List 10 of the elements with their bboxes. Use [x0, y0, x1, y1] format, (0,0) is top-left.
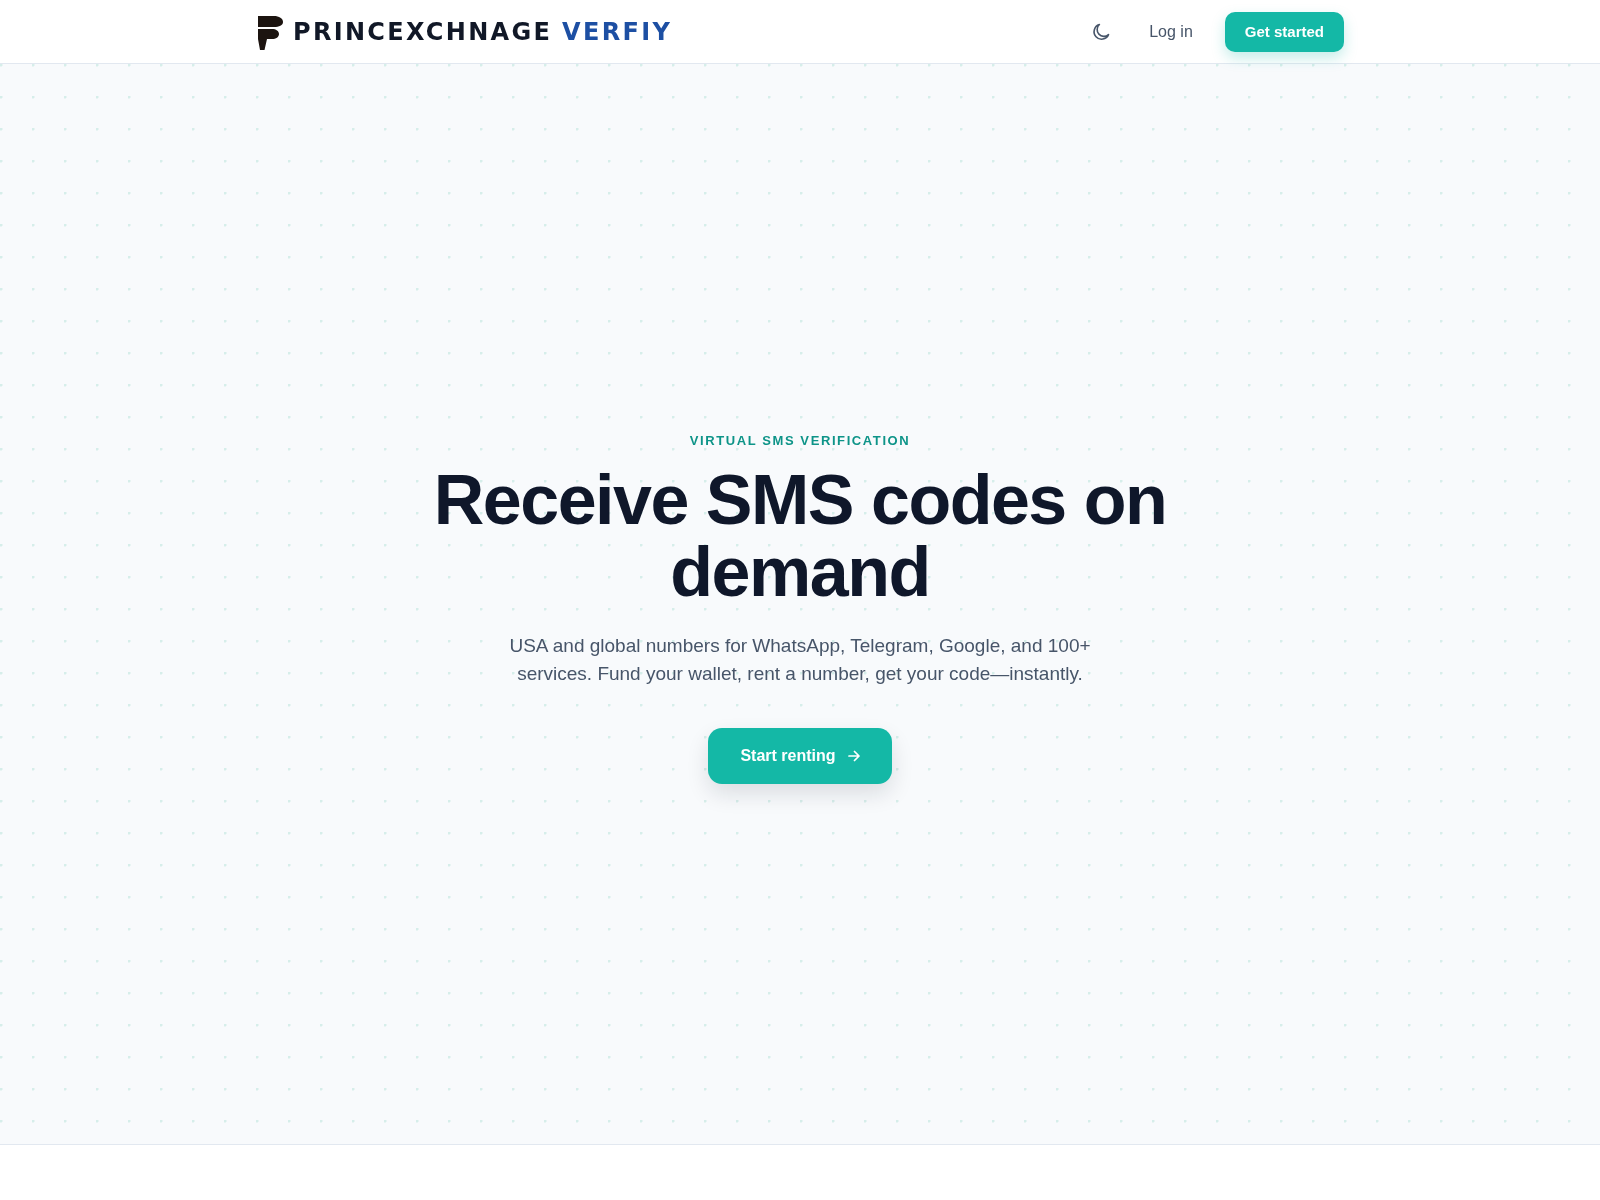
- eyebrow-text: VIRTUAL SMS VERIFICATION: [689, 432, 911, 450]
- brand-suffix: VERFIY: [562, 16, 673, 47]
- arrow-right-icon: [847, 750, 860, 762]
- brand-logo-link[interactable]: PRINCEXCHNAGE VERFIY: [256, 13, 673, 50]
- hero-title: Receive SMS codes on demand: [432, 464, 1168, 608]
- p-letter-logo-icon: [256, 15, 283, 50]
- hero-subtitle: USA and global numbers for WhatsApp, Telegram, Google, and 100+ services. Fund your wallet, rent a number, get your code—instantly.: [508, 634, 1092, 686]
- brand-name: PRINCEXCHNAGE: [293, 16, 553, 47]
- moon-icon: [1091, 21, 1112, 42]
- login-link[interactable]: Log in: [1145, 16, 1197, 47]
